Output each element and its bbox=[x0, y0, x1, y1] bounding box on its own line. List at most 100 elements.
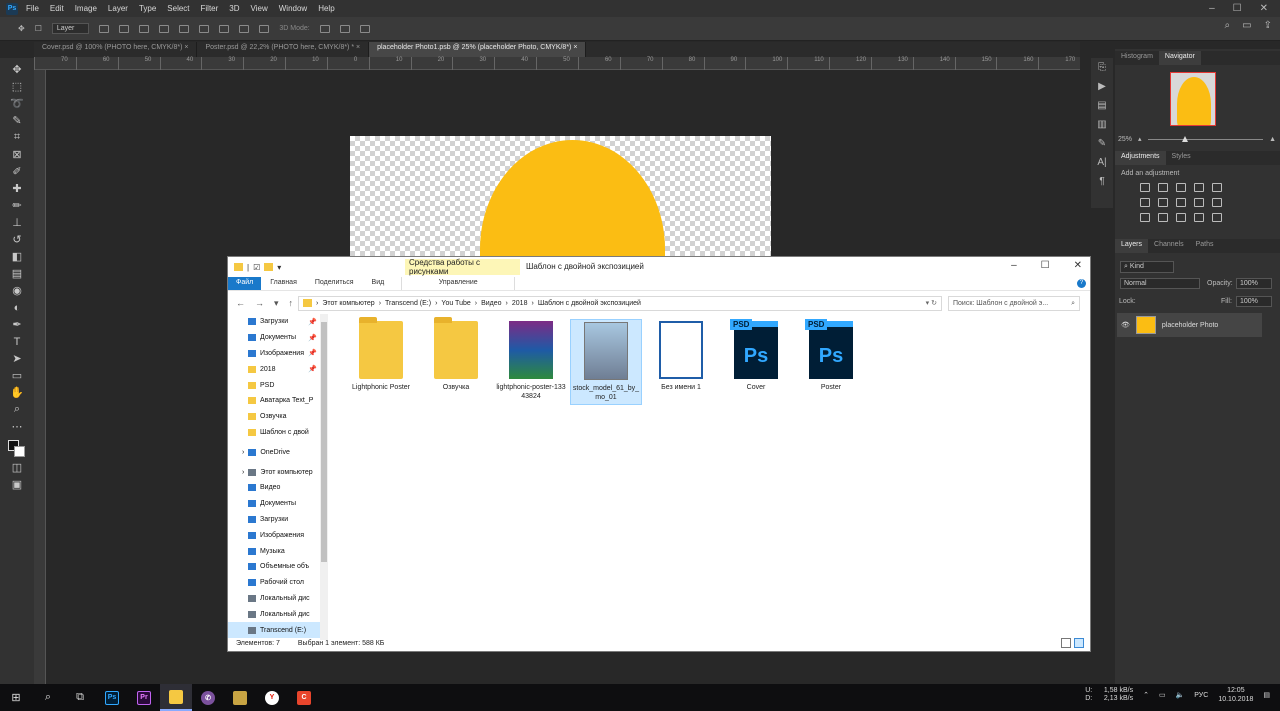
type-tool-icon[interactable]: T bbox=[9, 334, 25, 349]
scrollbar-thumb[interactable] bbox=[321, 322, 327, 562]
history-icon[interactable]: ⎘ bbox=[1098, 62, 1106, 73]
app-taskbar-icon[interactable]: C bbox=[288, 684, 320, 711]
nav-item[interactable]: › OneDrive bbox=[228, 444, 328, 460]
media-taskbar-icon[interactable] bbox=[224, 684, 256, 711]
minimize-icon[interactable]: – bbox=[1011, 260, 1017, 271]
help-icon[interactable]: ? bbox=[1077, 279, 1086, 288]
tab-styles[interactable]: Styles bbox=[1166, 151, 1197, 165]
nav-item[interactable]: PSD bbox=[228, 377, 328, 393]
workspace-icon[interactable]: ▭ bbox=[1242, 20, 1251, 31]
zoom-slider-handle[interactable] bbox=[1181, 135, 1188, 142]
hand-tool-icon[interactable]: ✋ bbox=[9, 385, 25, 400]
refresh-icon[interactable]: ▾ ↻ bbox=[926, 299, 941, 307]
maximize-icon[interactable]: ☐ bbox=[1233, 3, 1242, 14]
navigation-scrollbar[interactable] bbox=[320, 314, 328, 640]
nav-item[interactable]: Рабочий стол bbox=[228, 575, 328, 591]
volume-icon[interactable]: 🔈 bbox=[1176, 691, 1185, 699]
path-select-tool-icon[interactable]: ➤ bbox=[9, 351, 25, 366]
premiere-taskbar-icon[interactable]: Pr bbox=[128, 684, 160, 711]
libraries-icon[interactable]: ▥ bbox=[1097, 119, 1106, 130]
maximize-icon[interactable]: ☐ bbox=[1041, 260, 1050, 271]
search-box[interactable]: Поиск: Шаблон с двойной э... ⌕ bbox=[948, 295, 1080, 311]
nav-item[interactable]: Аватарка Text_P bbox=[228, 393, 328, 409]
breadcrumb-item[interactable]: Этот компьютер bbox=[322, 300, 374, 307]
menu-item-layer[interactable]: Layer bbox=[108, 4, 128, 13]
eraser-tool-icon[interactable]: ◧ bbox=[9, 249, 25, 264]
recent-chevron-icon[interactable]: ▾ bbox=[274, 298, 279, 309]
3d-rotate-icon[interactable] bbox=[319, 24, 330, 33]
nav-item[interactable]: Объемные объ bbox=[228, 559, 328, 575]
background-color-swatch[interactable] bbox=[14, 446, 25, 457]
back-arrow-icon[interactable]: ← bbox=[236, 298, 245, 309]
shape-tool-icon[interactable]: ▭ bbox=[9, 368, 25, 383]
eyedropper-tool-icon[interactable]: ✐ bbox=[9, 164, 25, 179]
vibrance-icon[interactable] bbox=[1212, 183, 1222, 192]
nav-item[interactable]: Загрузки 📌 bbox=[228, 314, 328, 330]
zoom-slider[interactable] bbox=[1147, 135, 1264, 142]
color-swatches[interactable] bbox=[8, 440, 26, 458]
tab-channels[interactable]: Channels bbox=[1148, 239, 1190, 253]
nav-item[interactable]: Документы bbox=[228, 496, 328, 512]
distribute-h-icon[interactable] bbox=[259, 24, 270, 33]
nav-item[interactable]: › Этот компьютер bbox=[228, 464, 328, 480]
zoom-value[interactable]: 25% bbox=[1118, 136, 1132, 143]
search-input[interactable]: Поиск: Шаблон с двойной э... bbox=[953, 300, 1048, 307]
tab-file[interactable]: Файл bbox=[228, 277, 262, 290]
layer-row[interactable]: 👁 placeholder Photo bbox=[1117, 313, 1262, 337]
more-tools-icon[interactable]: ⋯ bbox=[9, 419, 25, 434]
breadcrumb-item[interactable]: 2018 bbox=[512, 300, 528, 307]
fill-input[interactable]: 100% bbox=[1236, 296, 1272, 307]
threshold-icon[interactable] bbox=[1194, 213, 1204, 222]
align-left-icon[interactable] bbox=[119, 24, 130, 33]
3d-pan-icon[interactable] bbox=[359, 24, 370, 33]
nav-item[interactable]: Локальный дис bbox=[228, 591, 328, 607]
up-arrow-icon[interactable]: ↑ bbox=[289, 298, 294, 309]
menu-item-image[interactable]: Image bbox=[75, 4, 97, 13]
tab-share[interactable]: Поделиться bbox=[306, 277, 363, 290]
pen-tool-icon[interactable]: ✒ bbox=[9, 317, 25, 332]
menu-item-file[interactable]: File bbox=[26, 4, 39, 13]
menu-item-window[interactable]: Window bbox=[279, 4, 307, 13]
tray-chevron-icon[interactable]: ⌃ bbox=[1143, 691, 1149, 699]
task-view-icon[interactable]: ⧉ bbox=[64, 684, 96, 711]
file-item[interactable]: Без имени 1 bbox=[645, 319, 717, 405]
align-center-icon[interactable] bbox=[139, 24, 150, 33]
new-folder-icon[interactable] bbox=[264, 263, 274, 271]
breadcrumb-item[interactable]: You Tube bbox=[441, 300, 470, 307]
nav-item[interactable]: Документы 📌 bbox=[228, 330, 328, 346]
marquee-tool-icon[interactable]: ⬚ bbox=[9, 79, 25, 94]
nav-item[interactable]: Озвучка bbox=[228, 409, 328, 425]
file-item[interactable]: Ps PSD Poster bbox=[795, 319, 867, 405]
align-top-icon[interactable] bbox=[179, 24, 190, 33]
close-icon[interactable]: × bbox=[571, 44, 577, 51]
file-item[interactable]: Lightphonic Poster bbox=[345, 317, 417, 405]
network-icon[interactable]: ▭ bbox=[1159, 691, 1166, 699]
minimize-icon[interactable]: – bbox=[1209, 3, 1215, 14]
distribute-icon[interactable] bbox=[239, 24, 250, 33]
tab-view[interactable]: Вид bbox=[363, 277, 394, 290]
character-icon[interactable]: A| bbox=[1097, 157, 1106, 168]
color-balance-icon[interactable] bbox=[1158, 198, 1168, 207]
tab-adjustments[interactable]: Adjustments bbox=[1115, 151, 1166, 165]
breadcrumb-item[interactable]: Шаблон с двойной экспозицией bbox=[538, 300, 641, 307]
close-icon[interactable]: ✕ bbox=[1260, 3, 1268, 14]
menu-item-type[interactable]: Type bbox=[139, 4, 156, 13]
photo-filter-icon[interactable] bbox=[1194, 198, 1204, 207]
nav-item[interactable]: Загрузки bbox=[228, 512, 328, 528]
menu-item-help[interactable]: Help bbox=[318, 4, 334, 13]
invert-icon[interactable] bbox=[1158, 213, 1168, 222]
play-actions-icon[interactable]: ▶ bbox=[1098, 81, 1106, 92]
layer-name[interactable]: placeholder Photo bbox=[1162, 322, 1218, 329]
tab-paths[interactable]: Paths bbox=[1190, 239, 1220, 253]
document-tab[interactable]: placeholder Photo1.psb @ 25% (placeholde… bbox=[369, 42, 587, 57]
menu-item-edit[interactable]: Edit bbox=[50, 4, 64, 13]
move-tool-icon[interactable]: ✥ bbox=[18, 24, 25, 33]
nav-item[interactable]: Изображения 📌 bbox=[228, 346, 328, 362]
menu-item-view[interactable]: View bbox=[251, 4, 268, 13]
zoom-out-icon[interactable]: ▴ bbox=[1138, 135, 1142, 143]
windows-start-icon[interactable]: ⊞ bbox=[0, 684, 32, 711]
share-icon[interactable]: ⇪ bbox=[1264, 20, 1272, 31]
posterize-icon[interactable] bbox=[1176, 213, 1186, 222]
tab-manage[interactable]: Управление bbox=[401, 277, 516, 290]
breadcrumb-item[interactable]: Transcend (E:) bbox=[385, 300, 431, 307]
